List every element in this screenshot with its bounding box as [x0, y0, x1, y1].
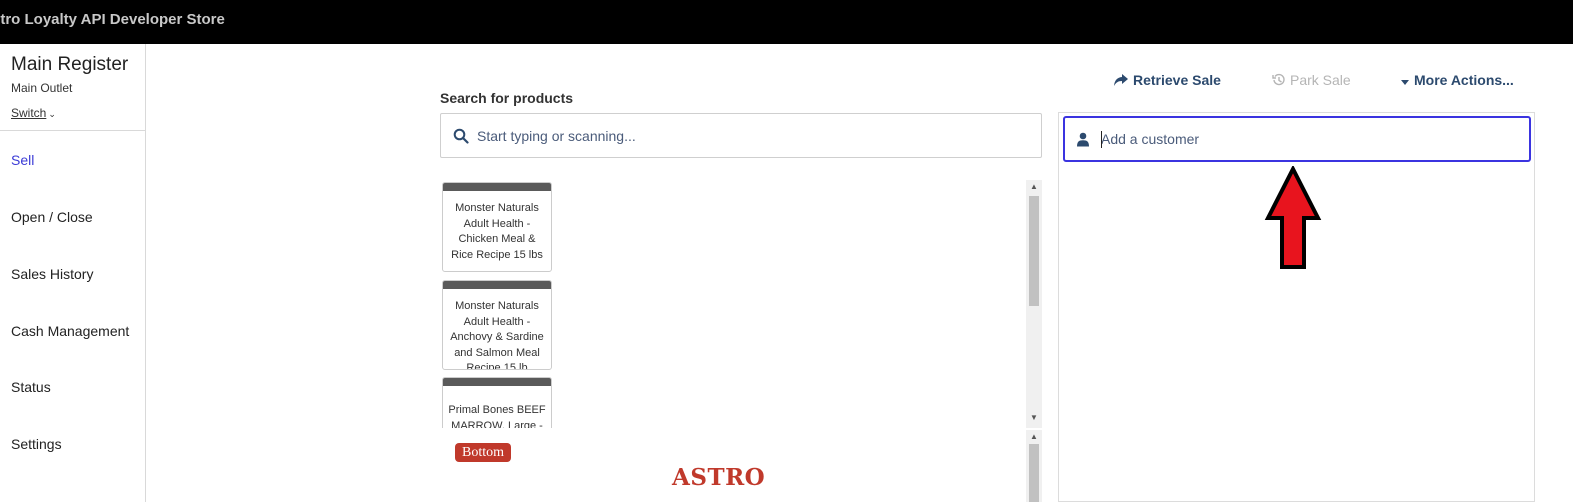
scrollbar-thumb[interactable]: [1029, 444, 1039, 502]
retrieve-sale-button[interactable]: Retrieve Sale: [1113, 72, 1221, 88]
product-tile[interactable]: Monster Naturals Adult Health - Chicken …: [442, 182, 552, 272]
product-name: Primal Bones BEEF MARROW, Large -: [448, 404, 546, 428]
product-tile[interactable]: Monster Naturals Adult Health - Anchovy …: [442, 280, 552, 370]
store-title: stro Loyalty API Developer Store: [0, 11, 225, 28]
sidebar-item-sales-history[interactable]: Sales History: [11, 266, 93, 282]
user-icon: [1076, 132, 1090, 147]
search-label: Search for products: [440, 90, 574, 106]
register-name: Main Register: [11, 54, 129, 75]
sidebar-item-cash-management[interactable]: Cash Management: [11, 323, 129, 339]
outlet-name: Main Outlet: [11, 81, 73, 95]
scroll-up-icon[interactable]: ▲: [1026, 182, 1042, 191]
product-name: Monster Naturals Adult Health - Chicken …: [451, 202, 543, 261]
search-box: [440, 113, 1042, 158]
sidebar-item-status[interactable]: Status: [11, 379, 51, 395]
sidebar-item-open-close[interactable]: Open / Close: [11, 209, 93, 225]
history-icon: [1272, 73, 1285, 86]
sidebar-divider: [0, 130, 146, 131]
product-tile-header: [443, 378, 551, 386]
more-actions-label: More Actions...: [1414, 72, 1514, 88]
product-tile-header: [443, 183, 551, 191]
top-bar: stro Loyalty API Developer Store: [0, 0, 1573, 44]
customer-input[interactable]: [1101, 118, 1521, 160]
chevron-down-icon: ⌄: [48, 109, 56, 119]
search-icon: [453, 128, 469, 144]
scrollbar-thumb[interactable]: [1029, 196, 1039, 306]
product-tile-header: [443, 281, 551, 289]
customer-search-box: [1063, 116, 1531, 162]
scroll-up-icon[interactable]: ▲: [1026, 432, 1042, 441]
scroll-down-icon[interactable]: ▼: [1026, 413, 1042, 422]
sidebar-item-sell[interactable]: Sell: [11, 152, 34, 168]
annotation-arrow-up-icon: [1264, 166, 1322, 269]
share-arrow-icon: [1114, 74, 1128, 86]
product-scrollbar[interactable]: ▲ ▼: [1026, 180, 1042, 428]
product-grid: Monster Naturals Adult Health - Chicken …: [440, 180, 1042, 428]
page-scrollbar[interactable]: ▲: [1026, 430, 1042, 502]
bottom-badge[interactable]: Bottom: [455, 443, 512, 462]
park-sale-button[interactable]: Park Sale: [1272, 72, 1351, 88]
search-input[interactable]: [477, 114, 1027, 157]
text-caret: [1101, 131, 1102, 148]
retrieve-sale-label: Retrieve Sale: [1133, 72, 1221, 88]
caret-down-icon: [1401, 80, 1409, 85]
astro-logo: ASTRO: [672, 464, 766, 491]
switch-register-link[interactable]: Switch ⌄: [11, 106, 56, 120]
sidebar: Main Register Main Outlet Switch ⌄ Sell O…: [0, 44, 146, 502]
sidebar-item-settings[interactable]: Settings: [11, 436, 62, 452]
product-tile[interactable]: Primal Bones BEEF MARROW, Large -: [442, 377, 552, 428]
product-name: Monster Naturals Adult Health - Anchovy …: [450, 300, 544, 370]
switch-label: Switch: [11, 106, 47, 120]
more-actions-button[interactable]: More Actions...: [1400, 72, 1514, 88]
park-sale-label: Park Sale: [1290, 72, 1351, 88]
